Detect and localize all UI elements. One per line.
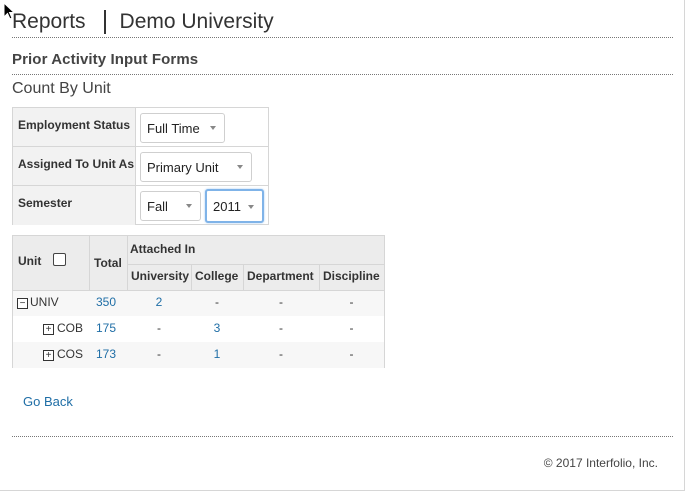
employment-status-select[interactable]: Full Time [140, 113, 225, 143]
employment-status-label: Employment Status [13, 108, 136, 146]
reports-title[interactable]: Reports [12, 10, 86, 34]
page-subtitle: Prior Activity Input Forms [12, 51, 199, 68]
department-count: - [279, 321, 283, 335]
filter-row-assigned-to-unit: Assigned To Unit As Primary Unit [13, 147, 268, 186]
chevron-down-icon [237, 165, 243, 169]
department-count: - [279, 295, 283, 309]
semester-term-select[interactable]: Fall [140, 191, 201, 221]
college-count-link[interactable]: 1 [191, 347, 243, 361]
count-by-unit-table: Unit Total Attached In University Colleg… [12, 235, 385, 368]
filter-row-semester: Semester Fall 2011 [13, 186, 268, 225]
column-divider [89, 236, 90, 290]
unit-name: UNIV [30, 295, 59, 309]
go-back-link[interactable]: Go Back [23, 394, 73, 409]
institution-name: Demo University [119, 10, 274, 33]
university-count-link[interactable]: 2 [127, 295, 191, 309]
unit-name: COB [57, 321, 84, 335]
divider [12, 436, 673, 437]
collapse-icon[interactable]: − [17, 298, 28, 309]
column-divider [191, 264, 192, 290]
header-separator [103, 10, 106, 34]
semester-year-value: 2011 [213, 199, 241, 214]
unit-column-header[interactable]: Unit [18, 254, 41, 268]
chevron-down-icon [186, 204, 192, 208]
discipline-column-header[interactable]: Discipline [323, 269, 380, 283]
expand-icon[interactable]: + [43, 350, 54, 361]
total-column-header[interactable]: Total [94, 256, 122, 270]
column-divider [319, 264, 320, 290]
filter-row-employment-status: Employment Status Full Time [13, 108, 268, 147]
total-link[interactable]: 173 [96, 347, 116, 361]
assigned-to-unit-value: Primary Unit [147, 160, 219, 175]
semester-label: Semester [13, 186, 136, 225]
attached-in-header: Attached In [130, 242, 196, 256]
total-link[interactable]: 175 [96, 321, 116, 335]
unit-name: COS [57, 347, 84, 361]
divider [12, 74, 673, 75]
department-column-header[interactable]: Department [247, 269, 314, 283]
section-title: Count By Unit [12, 80, 111, 97]
divider [12, 37, 673, 38]
university-column-header[interactable]: University [131, 269, 189, 283]
column-divider [127, 236, 128, 290]
semester-term-value: Fall [147, 199, 168, 214]
assigned-to-unit-select[interactable]: Primary Unit [140, 152, 252, 182]
college-count-link[interactable]: 3 [191, 321, 243, 335]
column-divider [243, 264, 244, 290]
assigned-to-unit-label: Assigned To Unit As [13, 147, 136, 185]
header-divider [127, 264, 384, 265]
college-column-header[interactable]: College [195, 269, 238, 283]
university-count: - [157, 321, 161, 335]
university-count: - [157, 347, 161, 361]
total-link[interactable]: 350 [96, 295, 116, 309]
expand-icon[interactable]: + [43, 324, 54, 335]
copyright-footer: © 2017 Interfolio, Inc. [543, 456, 658, 470]
select-all-checkbox[interactable] [53, 253, 66, 266]
page-header: Reports Demo University [12, 8, 274, 36]
discipline-count: - [349, 295, 354, 309]
discipline-count: - [349, 347, 354, 361]
semester-year-select[interactable]: 2011 [205, 189, 264, 223]
filter-panel: Employment Status Full Time Assigned To … [12, 107, 269, 225]
discipline-count: - [349, 321, 354, 335]
chevron-down-icon [210, 126, 216, 130]
employment-status-value: Full Time [147, 121, 200, 136]
college-count: - [215, 295, 219, 309]
header-divider [13, 290, 384, 291]
chevron-down-icon [248, 205, 254, 209]
department-count: - [279, 347, 283, 361]
